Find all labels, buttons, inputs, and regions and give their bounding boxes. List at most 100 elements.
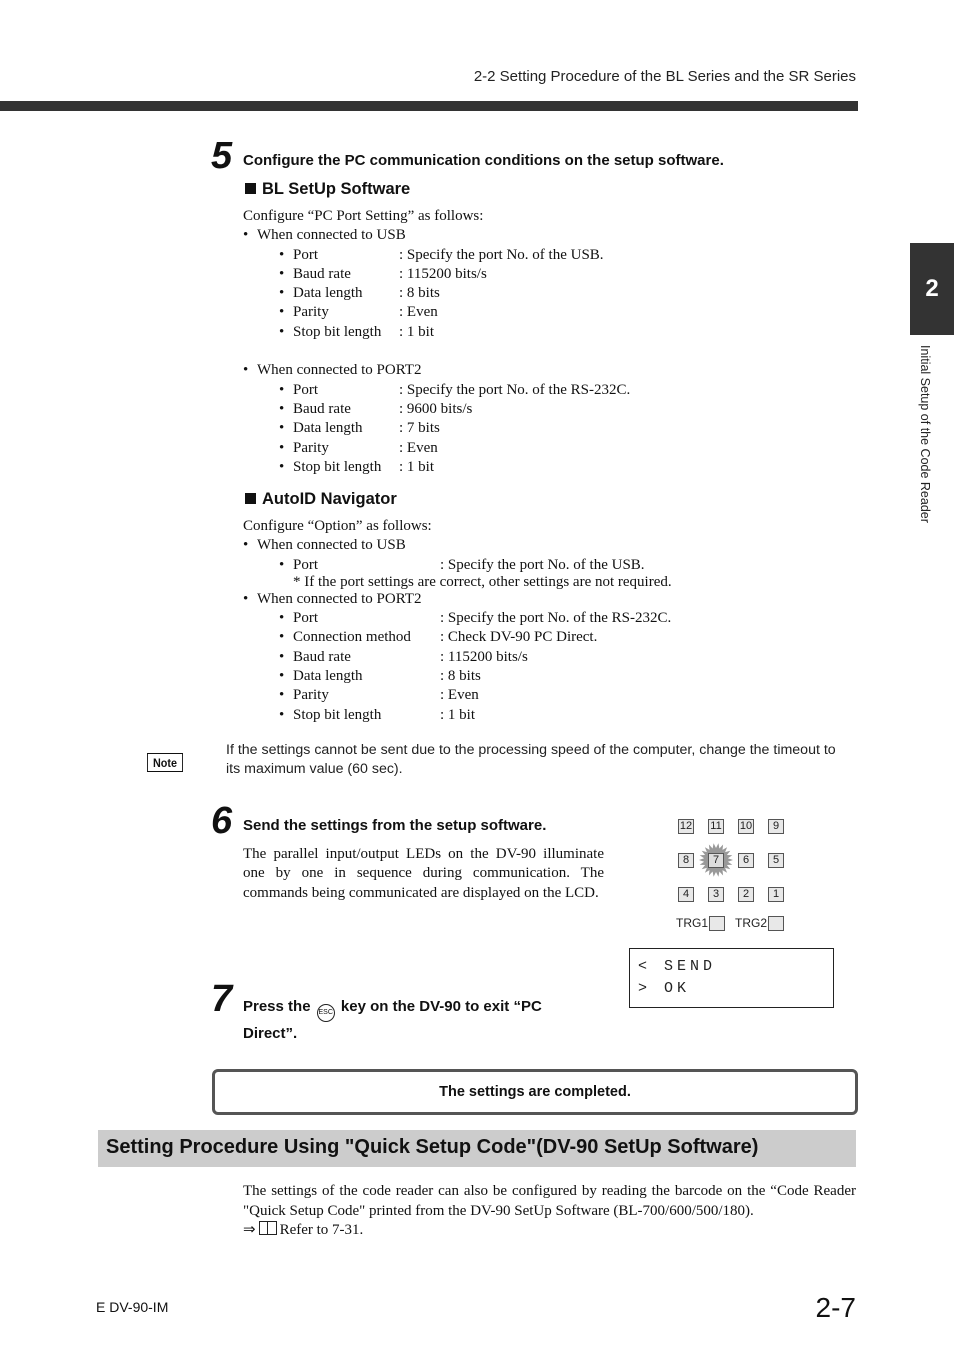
setting-name: Baud rate [279,400,351,420]
led-indicator: 9 [768,819,784,834]
setting-name: Data length [279,419,362,439]
page-number: 2-7 [815,1292,856,1323]
square-bullet-icon [245,493,256,504]
bl-usb-label: When connected to USB [243,226,843,246]
chapter-tab: 2 [910,243,954,335]
section-title: Setting Procedure Using "Quick Setup Cod… [106,1136,759,1158]
led-indicator: 6 [738,853,754,868]
setting-value: : 115200 bits/s [440,648,528,665]
led-indicator: 7 [708,853,724,868]
bl-port2-list: Port : Specify the port No. of the RS-232… [243,381,843,478]
setting-row: Connection method : Check DV-90 PC Direct… [243,628,843,648]
bl-port2-label: When connected to PORT2 [243,361,843,381]
completion-box: The settings are completed. [212,1069,858,1115]
setting-name: Baud rate [279,265,351,285]
setting-name: Data length [279,667,362,687]
led-indicator: 1 [768,887,784,902]
setting-value: : Specify the port No. of the USB. [399,246,604,263]
arrow-right-icon: ⇒ [243,1222,256,1238]
lcd-display: < SEND > OK [629,948,834,1008]
trg1-indicator [709,916,725,931]
trg2-indicator [768,916,784,931]
section-body-text: The settings of the code reader can also… [243,1183,856,1219]
setting-value: : Even [399,304,438,321]
autoid-heading-text: AutoID Navigator [262,490,397,508]
setting-row: Data length : 7 bits [243,419,843,439]
autoid-port2-label: When connected to PORT2 [243,590,843,610]
setting-row: Data length : 8 bits [243,667,843,687]
autoid-port2-label-text: When connected to PORT2 [243,590,422,610]
esc-key-icon: ESC [316,1004,335,1022]
setting-value: : 1 bit [440,706,476,723]
step-7-title-before: Press the [243,998,311,1015]
trg2-label: TRG2 [735,916,768,930]
setting-row: Port: Specify the port No. of the RS-232… [243,609,843,629]
setting-name: Stop bit length [279,323,381,343]
bl-usb-list: Port : Specify the port No. of the USB. Ba… [243,246,843,343]
reference-link[interactable]: Refer to 7-31. [280,1222,364,1238]
chapter-side-label: Initial Setup of the Code Reader [918,345,932,523]
led-indicator: 2 [738,887,754,902]
bl-setup-heading: BL SetUp Software [245,180,410,199]
autoid-intro: Configure “Option” as follows: [243,518,432,534]
autoid-usb-label: When connected to USB [243,536,843,556]
bl-port2-label-text: When connected to PORT2 [243,361,422,381]
trg1-label: TRG1 [676,916,709,930]
setting-value: : 7 bits [399,420,440,437]
square-bullet-icon [245,183,256,194]
step-7-title: Press the ESC key on the DV-90 to exit “… [243,995,583,1045]
autoid-heading: AutoID Navigator [245,490,397,509]
bl-setup-block: Configure “PC Port Setting” as follows: … [243,207,843,477]
setting-row: Stop bit length : 1 bit [243,706,843,726]
lcd-line-1: < SEND [638,958,717,975]
setting-name: Parity [279,686,329,706]
setting-name: Parity [279,303,329,323]
section-body: The settings of the code reader can also… [243,1182,856,1241]
led-panel: TRG1 TRG2 12 11 10 9 8 7 6 5 4 3 2 1 [660,810,800,940]
setting-name: Parity [279,439,329,459]
lcd-line-2: > OK [638,980,691,997]
step-7-number: 7 [211,978,233,1020]
header-rule [0,101,858,111]
bl-usb-label-text: When connected to USB [243,226,406,246]
doc-code: E DV-90-IM [96,1299,169,1315]
setting-name: Port [279,246,318,266]
setting-row: Baud rate : 9600 bits/s [243,400,843,420]
setting-value: : Even [440,687,479,704]
setting-name: Baud rate [279,648,351,668]
setting-row: Parity : Even [243,303,843,323]
setting-value: : 1 bit [399,458,435,475]
autoid-usb-label-text: When connected to USB [243,536,406,556]
note-badge: Note [147,753,183,772]
led-indicator: 5 [768,853,784,868]
bl-setup-intro: Configure “PC Port Setting” as follows: [243,208,484,224]
setting-name: Data length [279,284,362,304]
led-indicator: 4 [678,887,694,902]
setting-row: Baud rate : 115200 bits/s [243,648,843,668]
setting-name: Port [279,381,318,401]
setting-row: Stop bit length: 1 bit [243,323,843,343]
setting-value: : Check DV-90 PC Direct. [440,629,598,646]
step-6-body: The parallel input/output LEDs on the DV… [243,846,604,901]
setting-row: Baud rate : 115200 bits/s [243,265,843,285]
setting-name: Stop bit length [279,458,381,478]
led-indicator: 12 [678,819,694,834]
setting-row: Port : Specify the port No. of the USB. [243,246,843,266]
setting-value: : 8 bits [440,668,481,685]
step-6-title: Send the settings from the setup softwar… [243,817,547,834]
setting-row: Stop bit length : 1 bit [243,458,843,478]
step-5-number: 5 [211,135,233,177]
led-indicator: 10 [738,819,754,834]
setting-name: Stop bit length [279,706,381,726]
autoid-usb-footnote: * If the port settings are correct, othe… [243,573,843,590]
setting-value: : Specify the port No. of the RS-232C. [399,381,631,398]
setting-value: : 9600 bits/s [399,400,473,417]
led-indicator: 3 [708,887,724,902]
bl-setup-heading-text: BL SetUp Software [262,180,411,198]
led-indicator: 11 [708,819,724,834]
setting-name: Connection method [279,628,411,648]
setting-row: Port : Specify the port No. of the RS-232… [243,381,843,401]
setting-row: Parity : Even [243,686,843,706]
setting-value: : 115200 bits/s [399,265,487,282]
